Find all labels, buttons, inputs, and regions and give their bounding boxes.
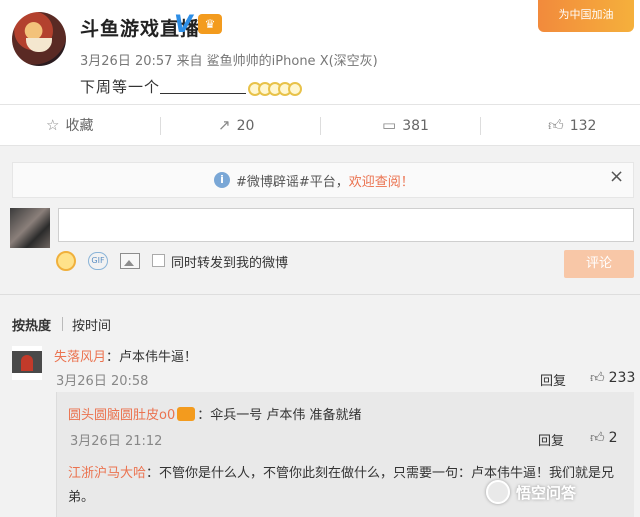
divider [480, 117, 481, 135]
comment-like-count: 233 [608, 370, 636, 386]
verified-icon: V [174, 10, 193, 38]
info-icon: i [214, 172, 230, 188]
post-text: 下周等一个 [80, 76, 303, 100]
poster-avatar[interactable] [12, 12, 66, 66]
favorite-button[interactable]: ☆ 收藏 [46, 105, 93, 145]
emoji-smile-icon[interactable] [56, 251, 76, 271]
sort-by-time-tab[interactable]: 按时间 [72, 315, 111, 334]
comment-user[interactable]: 失落风月 [54, 350, 106, 365]
reply-user[interactable]: 江浙沪马大哈 [68, 466, 146, 481]
like-button[interactable]: 👍︎ 132 [548, 105, 596, 145]
post-meta: 3月26日 20:57 来自 鲨鱼帅帅的iPhone X(深空灰) [80, 54, 378, 69]
reply-like-count: 2 [608, 430, 618, 446]
sync-checkbox[interactable] [152, 254, 165, 267]
olympic-rings-emoji-icon [248, 82, 303, 100]
comment-icon: ▭ [382, 116, 397, 134]
thumbs-up-icon: 👍︎ [590, 370, 605, 386]
post-text-content: 下周等一个 [80, 78, 161, 96]
forward-icon: ↗ [218, 116, 231, 134]
sync-label: 同时转发到我的微博 [171, 256, 289, 271]
thumbs-up-icon: 👍︎ [590, 430, 605, 446]
comment-time: 3月26日 20:58 [56, 374, 149, 389]
favorite-label: 收藏 [65, 118, 94, 134]
notice-link[interactable]: 欢迎查阅！ [349, 175, 414, 190]
commenter-avatar[interactable] [12, 346, 42, 380]
comment-input[interactable] [58, 208, 634, 242]
watermark-text: 悟空问答 [516, 484, 577, 502]
reply-button[interactable]: 回复 [540, 370, 566, 389]
notice-text-main: #微博辟谣#平台， [236, 175, 349, 190]
my-avatar [10, 208, 50, 248]
sort-separator [62, 317, 63, 331]
notice-text: #微博辟谣#平台，欢迎查阅！ [236, 171, 414, 190]
vip-crown-icon: ♛ [198, 14, 222, 34]
divider [0, 294, 640, 295]
image-icon[interactable] [120, 253, 140, 269]
corner-badge: 为中国加油 [538, 0, 634, 32]
reply-user[interactable]: 圆头圆脑圆肚皮o0 [68, 408, 175, 423]
reply-time: 3月26日 21:12 [70, 434, 163, 449]
gif-icon[interactable]: GIF [88, 252, 108, 270]
comment-text: ：卢本伟牛逼！ [106, 350, 198, 365]
forward-count: 20 [236, 118, 255, 134]
watermark: 悟空问答 [486, 480, 576, 510]
forward-button[interactable]: ↗ 20 [218, 105, 254, 145]
comment-count: 381 [402, 118, 429, 134]
reply-like-button[interactable]: 👍︎ 2 [590, 429, 618, 446]
reply-item: 圆头圆脑圆肚皮o0 ：伞兵一号 卢本伟 准备就绪 [68, 404, 362, 423]
sort-by-hot-tab[interactable]: 按热度 [12, 315, 51, 334]
reply-button[interactable]: 回复 [538, 430, 564, 449]
submit-comment-button[interactable]: 评论 [564, 250, 634, 278]
reply-text: ：伞兵一号 卢本伟 准备就绪 [197, 408, 362, 423]
blank-line [160, 80, 247, 94]
watermark-logo-icon [486, 480, 510, 504]
divider [320, 117, 321, 135]
comment-button[interactable]: ▭ 381 [382, 105, 429, 145]
comment-like-button[interactable]: 👍︎ 233 [590, 369, 635, 386]
star-icon: ☆ [46, 116, 60, 134]
divider [160, 117, 161, 135]
close-icon[interactable]: × [609, 166, 624, 187]
thumbs-up-icon: 👍︎ [548, 116, 564, 134]
comment-item: 失落风月：卢本伟牛逼！ [54, 346, 197, 365]
vip-crown-icon [177, 407, 196, 421]
post-action-bar: ☆ 收藏 ↗ 20 ▭ 381 👍︎ 132 [0, 104, 640, 146]
like-count: 132 [569, 118, 597, 134]
